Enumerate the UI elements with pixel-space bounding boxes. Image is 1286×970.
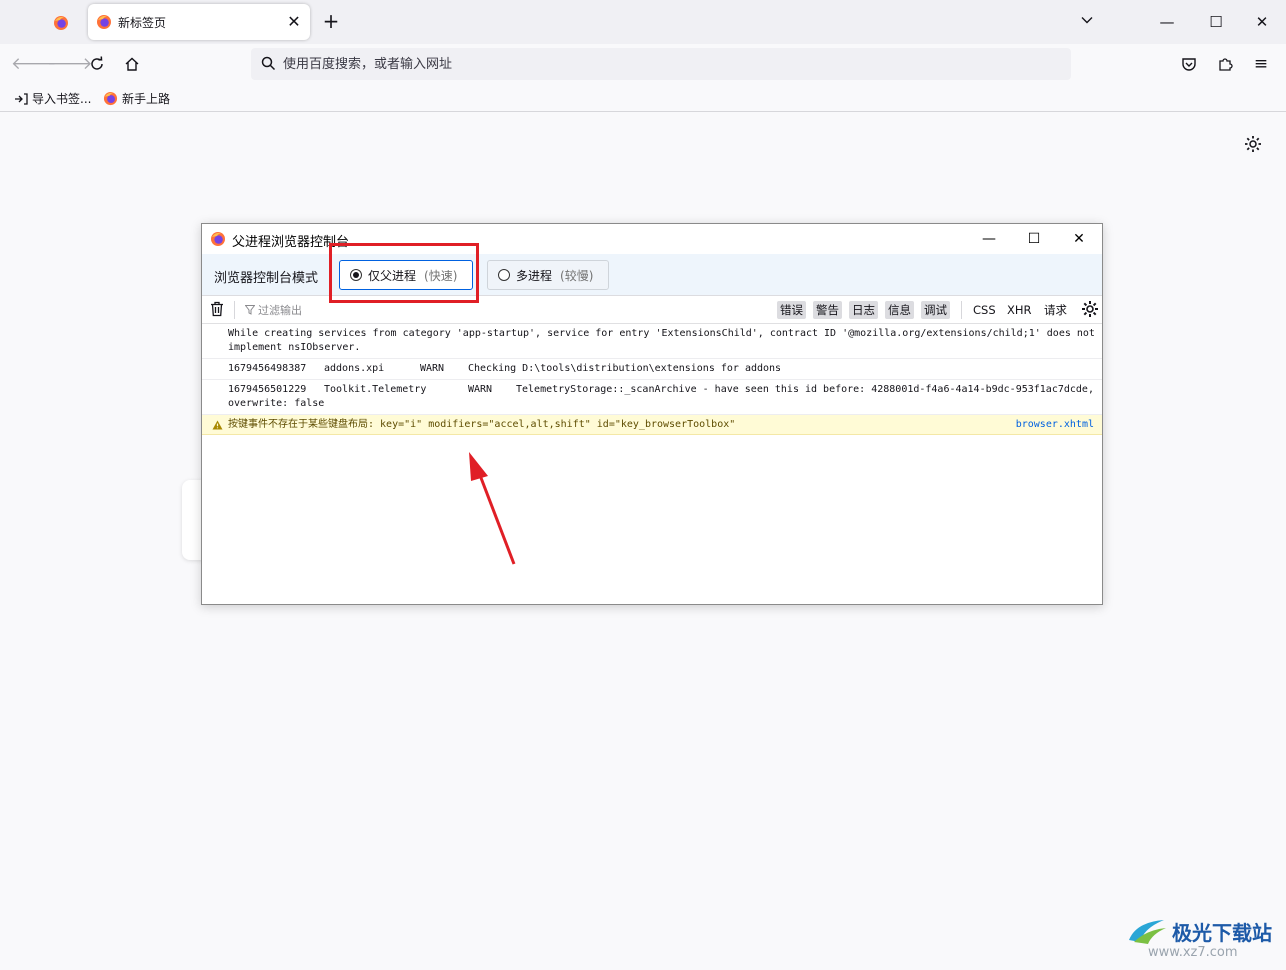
pocket-icon	[1182, 58, 1196, 71]
pocket-button[interactable]	[1175, 50, 1203, 78]
filter-errors-button[interactable]: 错误	[777, 301, 806, 319]
console-mode-label: 浏览器控制台模式	[214, 271, 319, 286]
radio-unselected-icon	[498, 269, 510, 281]
page-settings-gear-icon[interactable]	[1243, 134, 1263, 154]
console-minimize-icon[interactable]: —	[974, 226, 1004, 252]
browser-console-window: 父进程浏览器控制台 — ☐ ✕ 浏览器控制台模式 仅父进程 (快速) 多进程 (…	[201, 223, 1103, 605]
reload-button[interactable]	[83, 50, 111, 78]
filter-requests-button[interactable]: 请求	[1041, 301, 1070, 319]
filter-info-button[interactable]: 信息	[885, 301, 914, 319]
firefox-icon	[96, 14, 112, 34]
tab-title: 新标签页	[118, 16, 167, 30]
console-close-icon[interactable]: ✕	[1064, 226, 1094, 252]
message-text-continued: overwrite: false	[228, 398, 325, 409]
tab-bar: 新标签页 ✕ + — ☐ ✕	[0, 0, 1286, 44]
search-icon	[261, 56, 276, 75]
nav-bar: 🡐 🡒 ≡	[0, 44, 1286, 84]
message-source: addons.xpi	[324, 363, 385, 374]
new-tab-button[interactable]: +	[318, 9, 344, 35]
home-button[interactable]	[118, 50, 146, 78]
forward-button[interactable]: 🡒	[47, 50, 93, 78]
filter-warnings-button[interactable]: 警告	[813, 301, 842, 319]
warning-triangle-icon	[212, 420, 223, 435]
message-text: Checking D:\tools\distribution\extension…	[468, 363, 782, 374]
message-timestamp: 1679456498387	[228, 363, 307, 374]
console-message: 1679456501229 Toolkit.Telemetry WARN Teleme…	[202, 380, 1102, 415]
tab-new-tab[interactable]: 新标签页 ✕	[88, 4, 310, 40]
firefox-icon	[210, 231, 226, 251]
console-warning-message: 按键事件不存在于某些键盘布局: key="i" modifiers="accel…	[202, 415, 1102, 435]
home-icon	[125, 57, 139, 71]
clear-console-trash-icon[interactable]	[210, 301, 224, 321]
puzzle-icon	[1219, 58, 1233, 71]
filter-output-input[interactable]	[258, 300, 458, 320]
console-message: 1679456498387 addons.xpi WARN Checking D:\t…	[202, 359, 1102, 380]
filter-css-button[interactable]: CSS	[970, 301, 999, 319]
console-settings-gear-icon[interactable]	[1081, 300, 1099, 322]
mode-multiprocess-radio[interactable]: 多进程 (较慢)	[487, 260, 609, 290]
toolbar-divider	[234, 301, 235, 319]
bookmark-label: 导入书签...	[32, 92, 92, 106]
mode-option-label: 多进程	[516, 268, 553, 283]
toolbar-divider	[961, 301, 962, 319]
watermark-url: www.xz7.com	[1148, 945, 1238, 960]
back-button[interactable]: 🡐	[11, 50, 57, 78]
message-text: While creating services from category 'a…	[228, 328, 1095, 339]
bookmark-getting-started[interactable]: 新手上路	[103, 90, 170, 107]
menu-hamburger-icon[interactable]: ≡	[1247, 50, 1275, 78]
message-text: TelemetryStorage::_scanArchive - have se…	[516, 384, 1094, 395]
pinned-tab-firefox[interactable]	[44, 6, 78, 40]
close-tab-icon[interactable]: ✕	[284, 12, 304, 32]
maximize-window-icon[interactable]: ☐	[1202, 8, 1230, 36]
filter-debug-button[interactable]: 调试	[921, 301, 950, 319]
close-window-icon[interactable]: ✕	[1248, 8, 1276, 36]
warning-text: 按键事件不存在于某些键盘布局: key="i" modifiers="accel…	[228, 419, 736, 430]
reload-icon	[91, 56, 103, 70]
firefox-icon	[54, 16, 68, 30]
annotation-highlight-box	[329, 243, 479, 303]
console-messages: While creating services from category 'a…	[202, 324, 1102, 435]
bookmarks-toolbar: 导入书签... 新手上路	[0, 84, 1286, 112]
firefox-icon	[103, 91, 118, 106]
console-message: While creating services from category 'a…	[202, 324, 1102, 359]
message-timestamp: 1679456501229	[228, 384, 307, 395]
watermark-swoosh-icon	[1129, 920, 1166, 944]
console-maximize-icon[interactable]: ☐	[1019, 226, 1049, 252]
watermark-logo: 极光下载站	[1126, 916, 1272, 946]
message-level: WARN	[468, 384, 493, 395]
message-source: Toolkit.Telemetry	[324, 384, 427, 395]
filter-logs-button[interactable]: 日志	[849, 301, 878, 319]
bookmark-import[interactable]: 导入书签...	[14, 90, 91, 107]
mode-option-hint: (较慢)	[560, 268, 594, 283]
message-level: WARN	[420, 363, 445, 374]
filter-funnel-icon	[244, 304, 256, 319]
bookmark-label: 新手上路	[122, 92, 171, 106]
message-text-continued: implement nsIObserver.	[228, 342, 361, 353]
url-bar[interactable]	[251, 48, 1071, 80]
filter-xhr-button[interactable]: XHR	[1004, 301, 1035, 319]
import-icon	[15, 92, 28, 105]
list-all-tabs-chevron-icon[interactable]	[1073, 8, 1101, 36]
message-source-link[interactable]: browser.xhtml	[1016, 418, 1094, 432]
extensions-button[interactable]	[1211, 50, 1239, 78]
url-input[interactable]	[283, 48, 1053, 80]
minimize-window-icon[interactable]: —	[1153, 8, 1181, 36]
watermark-name: 极光下载站	[1172, 920, 1272, 945]
